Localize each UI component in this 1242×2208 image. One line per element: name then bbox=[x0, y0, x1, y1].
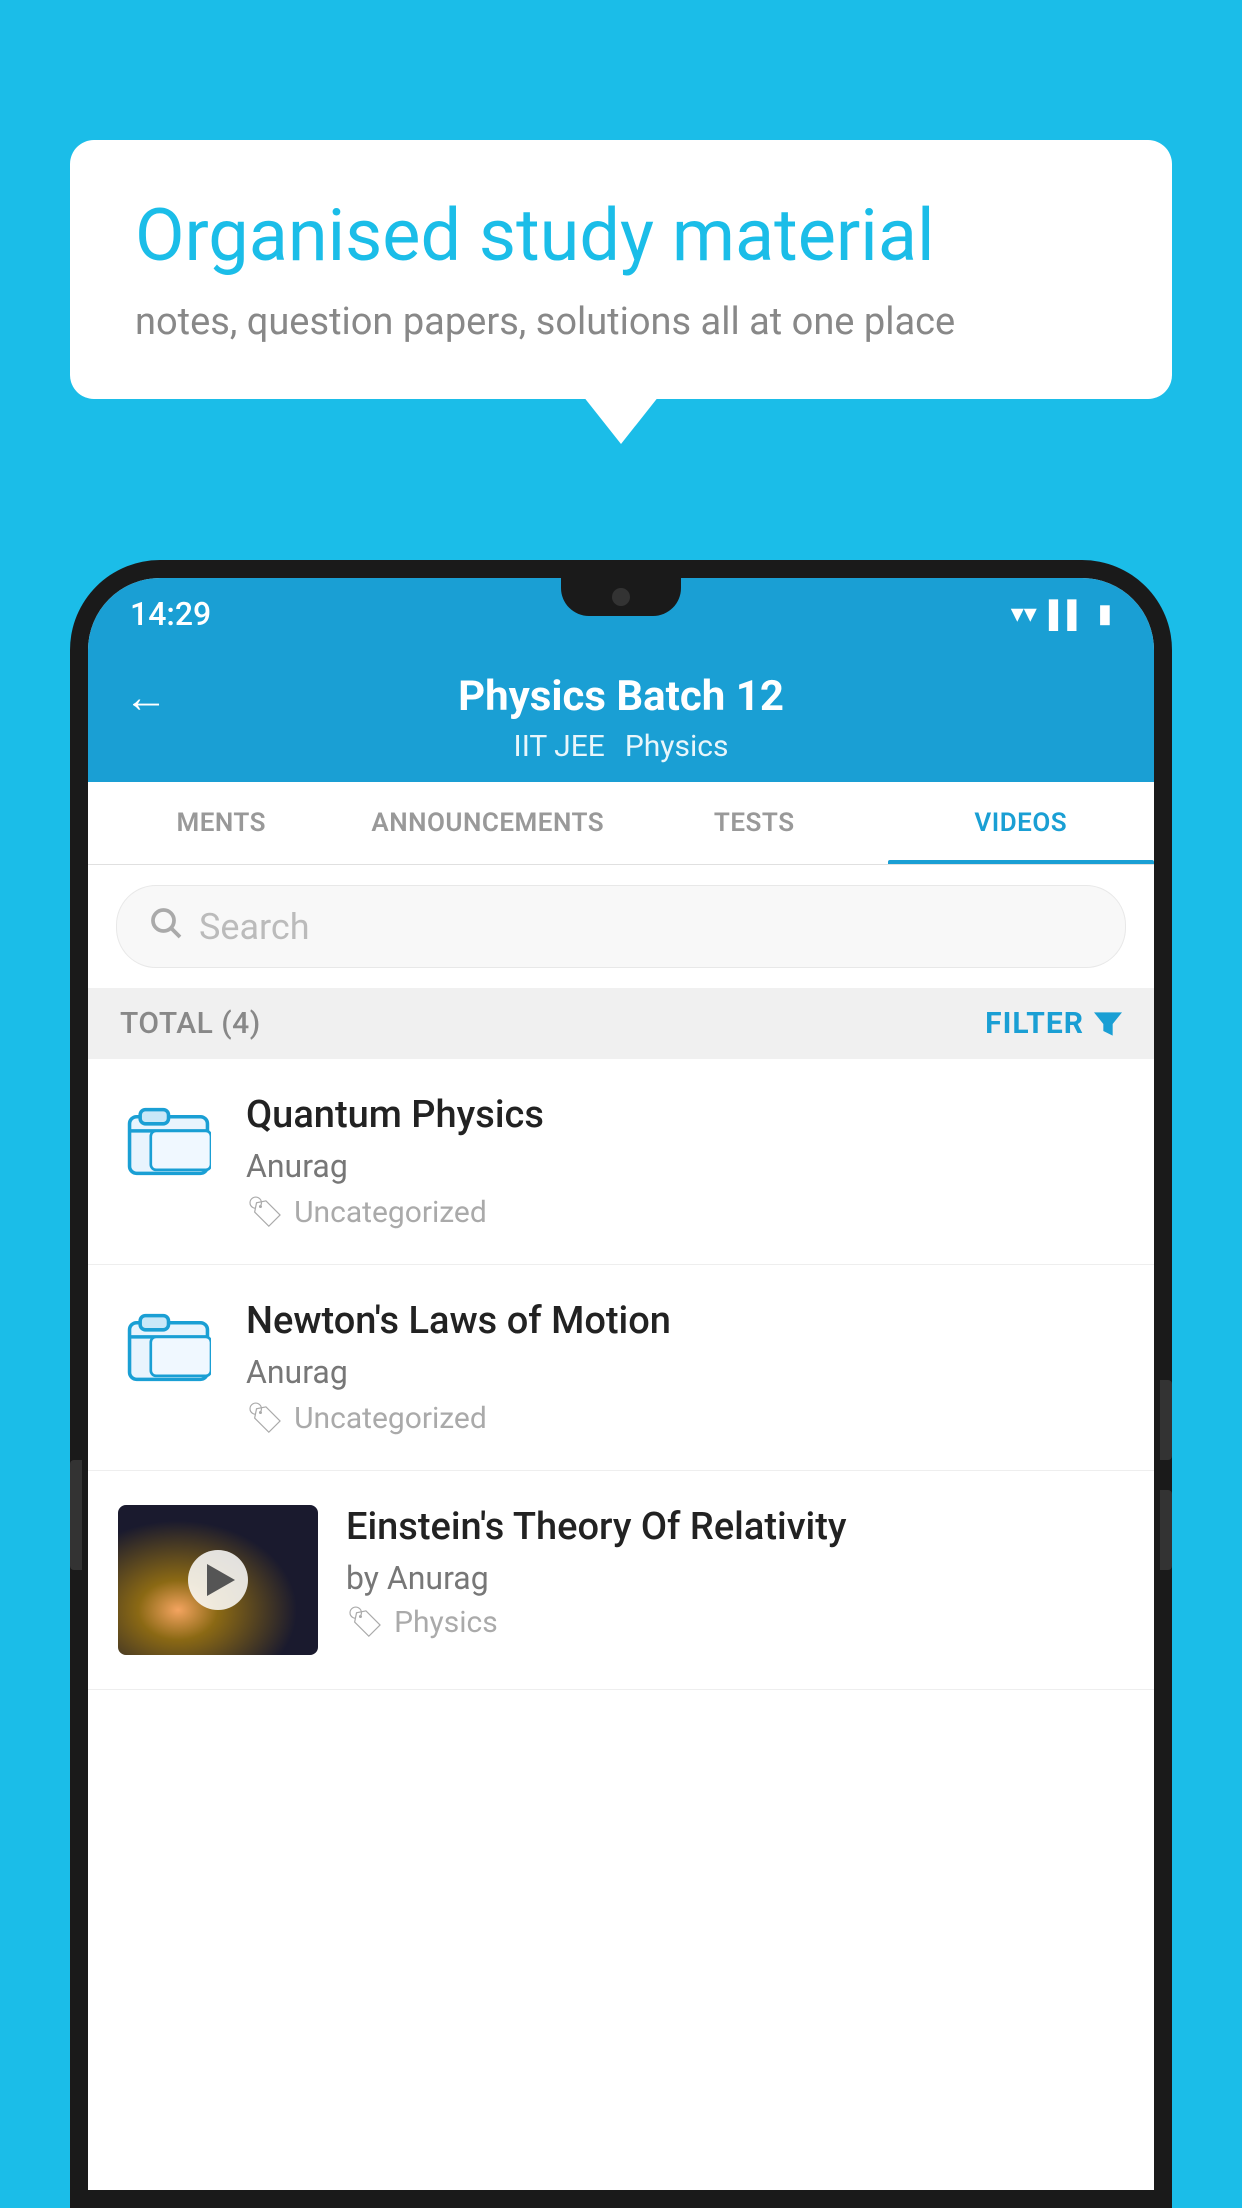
header-category: IIT JEE bbox=[514, 729, 605, 764]
tab-videos[interactable]: VIDEOS bbox=[888, 782, 1155, 864]
header-subtitle: IIT JEE Physics bbox=[124, 729, 1118, 764]
back-button[interactable]: ← bbox=[124, 671, 168, 723]
side-button-power bbox=[1160, 1380, 1172, 1460]
folder-icon bbox=[126, 1099, 211, 1188]
total-count: TOTAL (4) bbox=[120, 1006, 261, 1041]
tab-bar: MENTS ANNOUNCEMENTS TESTS VIDEOS bbox=[88, 782, 1154, 865]
tag-icon-3: 🏷 bbox=[346, 1605, 384, 1640]
search-bar[interactable]: Search bbox=[116, 885, 1126, 968]
side-button-bixby bbox=[1160, 1490, 1172, 1570]
video-info-2: Newton's Laws of Motion Anurag 🏷 Uncateg… bbox=[246, 1299, 1124, 1436]
video-item-einstein[interactable]: Einstein's Theory Of Relativity by Anura… bbox=[88, 1471, 1154, 1690]
tag-icon: 🏷 bbox=[246, 1195, 284, 1230]
front-camera bbox=[612, 588, 630, 606]
play-triangle-icon bbox=[207, 1564, 235, 1596]
battery-icon: ▮ bbox=[1098, 599, 1112, 629]
header-subject: Physics bbox=[625, 729, 729, 764]
status-time: 14:29 bbox=[130, 595, 211, 633]
header-top: ← Physics Batch 12 bbox=[124, 672, 1118, 721]
video-info: Quantum Physics Anurag 🏷 Uncategorized bbox=[246, 1093, 1124, 1230]
video-item-quantum-physics[interactable]: Quantum Physics Anurag 🏷 Uncategorized bbox=[88, 1059, 1154, 1265]
speech-bubble: Organised study material notes, question… bbox=[70, 140, 1172, 399]
phone-screen: 14:29 ▾▾ ▌▌ ▮ ← Physics Batch 12 IIT JEE… bbox=[88, 578, 1154, 2190]
video-info-3: Einstein's Theory Of Relativity by Anura… bbox=[346, 1505, 1124, 1640]
status-icons: ▾▾ ▌▌ ▮ bbox=[1011, 599, 1112, 630]
bubble-title: Organised study material bbox=[135, 195, 1107, 278]
video-list: Quantum Physics Anurag 🏷 Uncategorized bbox=[88, 1059, 1154, 2190]
bubble-subtitle: notes, question papers, solutions all at… bbox=[135, 300, 1107, 344]
side-button-volume bbox=[70, 1460, 82, 1570]
video-tag: 🏷 Uncategorized bbox=[246, 1195, 1124, 1230]
tab-ments[interactable]: MENTS bbox=[88, 782, 355, 864]
tab-announcements[interactable]: ANNOUNCEMENTS bbox=[355, 782, 622, 864]
app-header: ← Physics Batch 12 IIT JEE Physics bbox=[88, 650, 1154, 782]
search-icon bbox=[147, 904, 183, 949]
folder-icon-container bbox=[118, 1093, 218, 1193]
filter-bar: TOTAL (4) FILTER bbox=[88, 988, 1154, 1059]
video-title-3: Einstein's Theory Of Relativity bbox=[346, 1505, 1124, 1549]
video-author: Anurag bbox=[246, 1147, 1124, 1185]
tab-tests[interactable]: TESTS bbox=[621, 782, 888, 864]
video-title-2: Newton's Laws of Motion bbox=[246, 1299, 1124, 1343]
video-item-newtons-laws[interactable]: Newton's Laws of Motion Anurag 🏷 Uncateg… bbox=[88, 1265, 1154, 1471]
play-button[interactable] bbox=[188, 1550, 248, 1610]
speech-bubble-container: Organised study material notes, question… bbox=[70, 140, 1172, 399]
header-title: Physics Batch 12 bbox=[458, 672, 784, 721]
video-thumbnail bbox=[118, 1505, 318, 1655]
wifi-icon: ▾▾ bbox=[1011, 599, 1037, 629]
phone-device: 14:29 ▾▾ ▌▌ ▮ ← Physics Batch 12 IIT JEE… bbox=[70, 560, 1172, 2208]
filter-button[interactable]: FILTER bbox=[985, 1006, 1122, 1041]
search-container: Search bbox=[88, 865, 1154, 988]
search-placeholder: Search bbox=[199, 906, 310, 948]
video-tag-2: 🏷 Uncategorized bbox=[246, 1401, 1124, 1436]
tag-icon-2: 🏷 bbox=[246, 1401, 284, 1436]
folder-icon-2 bbox=[126, 1305, 211, 1394]
signal-icon: ▌▌ bbox=[1049, 599, 1086, 630]
video-tag-3: 🏷 Physics bbox=[346, 1605, 1124, 1640]
video-author-3: by Anurag bbox=[346, 1559, 1124, 1597]
phone-notch bbox=[561, 578, 681, 616]
folder-icon-container-2 bbox=[118, 1299, 218, 1399]
video-author-2: Anurag bbox=[246, 1353, 1124, 1391]
video-title: Quantum Physics bbox=[246, 1093, 1124, 1137]
